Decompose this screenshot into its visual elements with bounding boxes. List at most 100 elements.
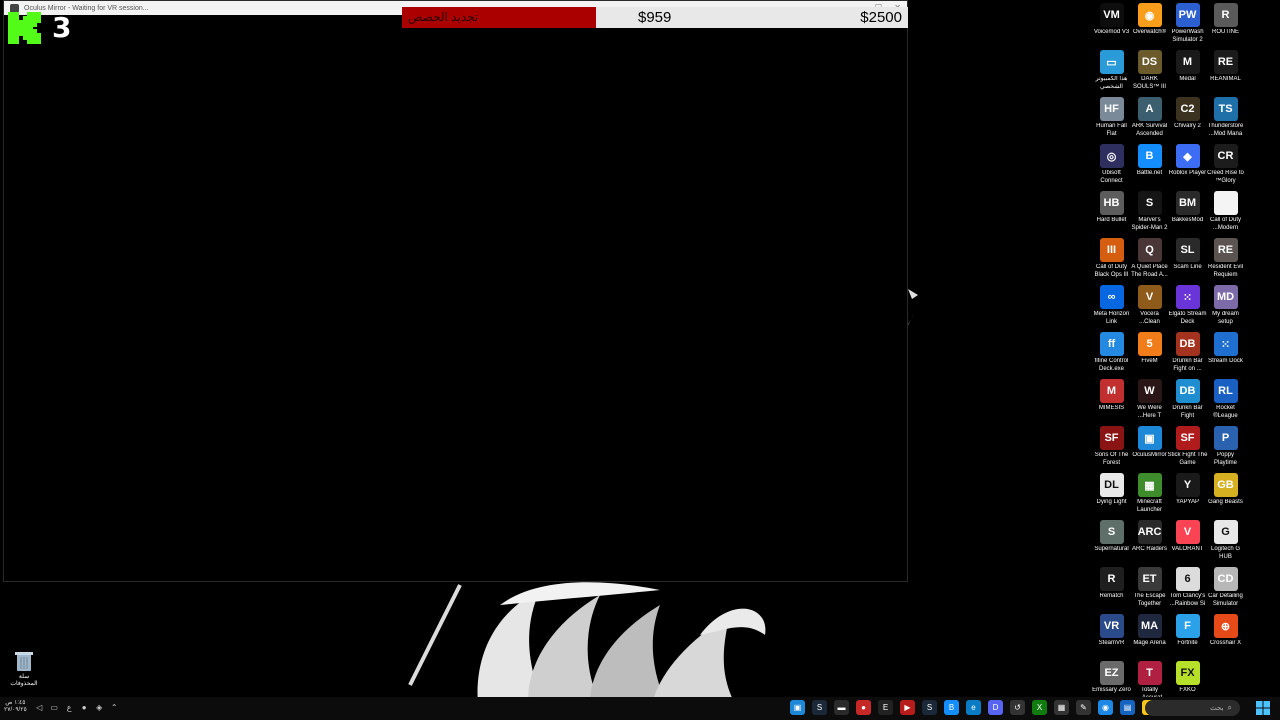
- desktop-shortcut-label: Overwatch®: [1132, 29, 1167, 35]
- desktop-shortcut[interactable]: ◆ Roblox Player: [1169, 144, 1206, 185]
- desktop-shortcut[interactable]: RE REANIMAL: [1207, 50, 1244, 91]
- desktop-shortcut[interactable]: ⊕ Crosshair X: [1207, 614, 1244, 655]
- sons-forest-icon: SF: [1099, 426, 1124, 450]
- desktop-shortcut[interactable]: ∞ Meta Horizon Link: [1093, 285, 1130, 326]
- desktop-shortcut[interactable]: DL Dying Light: [1093, 473, 1130, 514]
- desktop-shortcut[interactable]: R Rematch: [1093, 567, 1130, 608]
- desktop-shortcut[interactable]: P Poppy Playtime: [1207, 426, 1244, 467]
- desktop-shortcut[interactable]: DB Drunkn Bar Fight on ...: [1169, 332, 1206, 373]
- microphone-icon[interactable]: ●: [80, 703, 89, 712]
- desktop-shortcut[interactable]: Y YAPYAP: [1169, 473, 1206, 514]
- desktop-shortcut[interactable]: RL Rocket ®League: [1207, 379, 1244, 420]
- xbox-taskbar-icon[interactable]: X: [1032, 700, 1047, 715]
- recycle-bin[interactable]: سلة المحذوفات: [6, 650, 42, 688]
- desktop-shortcut[interactable]: EZ Emissary Zero: [1092, 661, 1131, 702]
- arrow-taskbar-icon[interactable]: ↺: [1010, 700, 1025, 715]
- desktop-shortcut[interactable]: FX FXKO: [1169, 661, 1206, 702]
- dying-light-icon: DL: [1099, 473, 1124, 497]
- desktop-shortcut[interactable]: B Battle.net: [1131, 144, 1168, 185]
- desktop-shortcut[interactable]: Call of Duty ...Modern: [1207, 191, 1244, 232]
- desktop-shortcut[interactable]: HF Human Fall Flat: [1093, 97, 1130, 138]
- desktop-shortcut[interactable]: BM BakkesMod: [1169, 191, 1206, 232]
- desktop-shortcut[interactable]: SL Scam Line: [1169, 238, 1206, 279]
- desktop-shortcut-label: ROUTINE: [1212, 29, 1239, 35]
- desktop-shortcut[interactable]: III Call of Duty Black Ops III: [1093, 238, 1130, 279]
- desktop-shortcut[interactable]: S Marvel's Spider-Man 2: [1131, 191, 1168, 232]
- desktop-shortcut-label: ARK Survival Ascended: [1131, 123, 1168, 137]
- desktop-shortcut[interactable]: MD My dream setup: [1207, 285, 1244, 326]
- desktop-shortcut[interactable]: HB Hard Bullet: [1093, 191, 1130, 232]
- edge-taskbar-icon[interactable]: e: [966, 700, 981, 715]
- recorder-taskbar-icon[interactable]: ●: [856, 700, 871, 715]
- desktop-shortcut[interactable]: MA Mage Arena: [1131, 614, 1168, 655]
- battlenet-taskbar-icon[interactable]: B: [944, 700, 959, 715]
- desktop-shortcut[interactable]: ▭ هذا الكمبيوتر الشخصي: [1093, 50, 1130, 91]
- media-taskbar-icon[interactable]: ▶: [900, 700, 915, 715]
- desktop-shortcut[interactable]: VR SteamVR: [1093, 614, 1130, 655]
- desktop-shortcut[interactable]: ARC ARC Raiders: [1131, 520, 1168, 561]
- desktop-shortcut[interactable]: CR Creed Rise to ™Glory: [1207, 144, 1244, 185]
- taskbar-search[interactable]: بحث ⌕: [1145, 700, 1240, 716]
- controller-taskbar-icon[interactable]: ▬: [834, 700, 849, 715]
- desktop-shortcut[interactable]: ▣ OculusMirror: [1131, 426, 1168, 467]
- desktop-shortcut[interactable]: TTotally ...Accurat: [1131, 661, 1168, 702]
- oculus-taskbar-icon[interactable]: ▣: [790, 700, 805, 715]
- battlenet-icon: B: [1137, 144, 1162, 168]
- goal-target-amount: $2500: [860, 9, 902, 26]
- desktop-shortcut[interactable]: M MIMESIS: [1093, 379, 1130, 420]
- calculator-taskbar-icon[interactable]: ▦: [1054, 700, 1069, 715]
- reanimal-icon: RE: [1213, 50, 1238, 74]
- desktop-shortcut[interactable]: ▦ Minecraft Launcher: [1131, 473, 1168, 514]
- volume-icon[interactable]: ◁: [35, 703, 44, 712]
- desktop-shortcut[interactable]: CD Car Detailing Simulator: [1207, 567, 1244, 608]
- desktop-shortcut[interactable]: V VALORANT: [1169, 520, 1206, 561]
- desktop-shortcut[interactable]: GB Gang Beasts: [1207, 473, 1244, 514]
- desktop-shortcut[interactable]: DB Drunkn Bar Fight: [1169, 379, 1206, 420]
- desktop-shortcut-label: Elgato Stream Deck: [1168, 311, 1207, 325]
- steam2-taskbar-icon[interactable]: S: [922, 700, 937, 715]
- desktop-shortcut[interactable]: VM Voicemod V3: [1093, 3, 1130, 44]
- desktop-shortcut[interactable]: SF Sons Of The Forest: [1093, 426, 1130, 467]
- desktop-shortcut[interactable]: RE Resident Evil Requiem: [1207, 238, 1244, 279]
- desktop-shortcut[interactable]: R ROUTINE: [1207, 3, 1244, 44]
- chrome-taskbar-icon[interactable]: ◉: [1098, 700, 1113, 715]
- desktop-shortcut[interactable]: TS Thunderstore ...Mod Mana: [1207, 97, 1244, 138]
- routine-icon: R: [1213, 3, 1238, 27]
- desktop-shortcut[interactable]: F Fortnite: [1169, 614, 1206, 655]
- desktop-shortcut[interactable]: Q A Quiet Place The Road A...: [1131, 238, 1168, 279]
- discord-taskbar-icon[interactable]: D: [988, 700, 1003, 715]
- desktop-shortcut[interactable]: S Supernatural: [1093, 520, 1130, 561]
- bakkesmod-icon: BM: [1175, 191, 1200, 215]
- epic-taskbar-icon[interactable]: E: [878, 700, 893, 715]
- desktop-shortcut[interactable]: W We Were ...Here T: [1131, 379, 1168, 420]
- overflow-chevron-icon[interactable]: ⌃: [110, 703, 119, 712]
- rocket-league-icon: RL: [1213, 379, 1238, 403]
- steam-taskbar-icon[interactable]: S: [812, 700, 827, 715]
- desktop-shortcut[interactable]: ET The Escape Together: [1131, 567, 1168, 608]
- desktop-shortcut[interactable]: ff fifine Control Deck.exe: [1093, 332, 1130, 373]
- desktop-shortcut[interactable]: ◉ Overwatch®: [1131, 3, 1168, 44]
- desktop-shortcut[interactable]: ⁙ Stream Dock: [1207, 332, 1244, 373]
- desktop-shortcut-label: Meta Horizon Link: [1093, 311, 1130, 325]
- taskbar-clock[interactable]: ١:٤٥ ص ٢٧/٠٩/٢٥: [4, 700, 27, 714]
- paint-taskbar-icon[interactable]: ✎: [1076, 700, 1091, 715]
- oculus-mirror-window[interactable]: Oculus Mirror - Waiting for VR session..…: [3, 0, 908, 582]
- desktop-shortcut[interactable]: ◎ Ubisoft Connect: [1093, 144, 1130, 185]
- desktop-shortcut[interactable]: DS DARK SOULS™ III: [1131, 50, 1168, 91]
- desktop-shortcut[interactable]: 6 Tom Clancy's ...Rainbow Si: [1169, 567, 1206, 608]
- desktop-shortcut[interactable]: A ARK Survival Ascended: [1131, 97, 1168, 138]
- desktop-shortcut[interactable]: G Logitech G HUB: [1207, 520, 1244, 561]
- emissary-icon: EZ: [1099, 661, 1124, 685]
- nvidia-icon[interactable]: ◈: [95, 703, 104, 712]
- desktop-shortcut[interactable]: ⁙ Elgato Stream Deck: [1168, 285, 1207, 326]
- windows-start-icon[interactable]: [1256, 701, 1270, 715]
- language-indicator[interactable]: ع: [65, 703, 74, 712]
- desktop-shortcut[interactable]: M Medal: [1169, 50, 1206, 91]
- desktop-shortcut[interactable]: PW PowerWash Simulator 2: [1169, 3, 1206, 44]
- network-icon[interactable]: ▭: [50, 703, 59, 712]
- desktop-shortcut[interactable]: 5 FiveM: [1131, 332, 1168, 373]
- desktop-shortcut[interactable]: SF Stick Fight The Game: [1168, 426, 1207, 467]
- desktop-shortcut[interactable]: C2 Chivalry 2: [1169, 97, 1206, 138]
- store-taskbar-icon[interactable]: ▤: [1120, 700, 1135, 715]
- desktop-shortcut[interactable]: V Vocera ...Clean: [1131, 285, 1168, 326]
